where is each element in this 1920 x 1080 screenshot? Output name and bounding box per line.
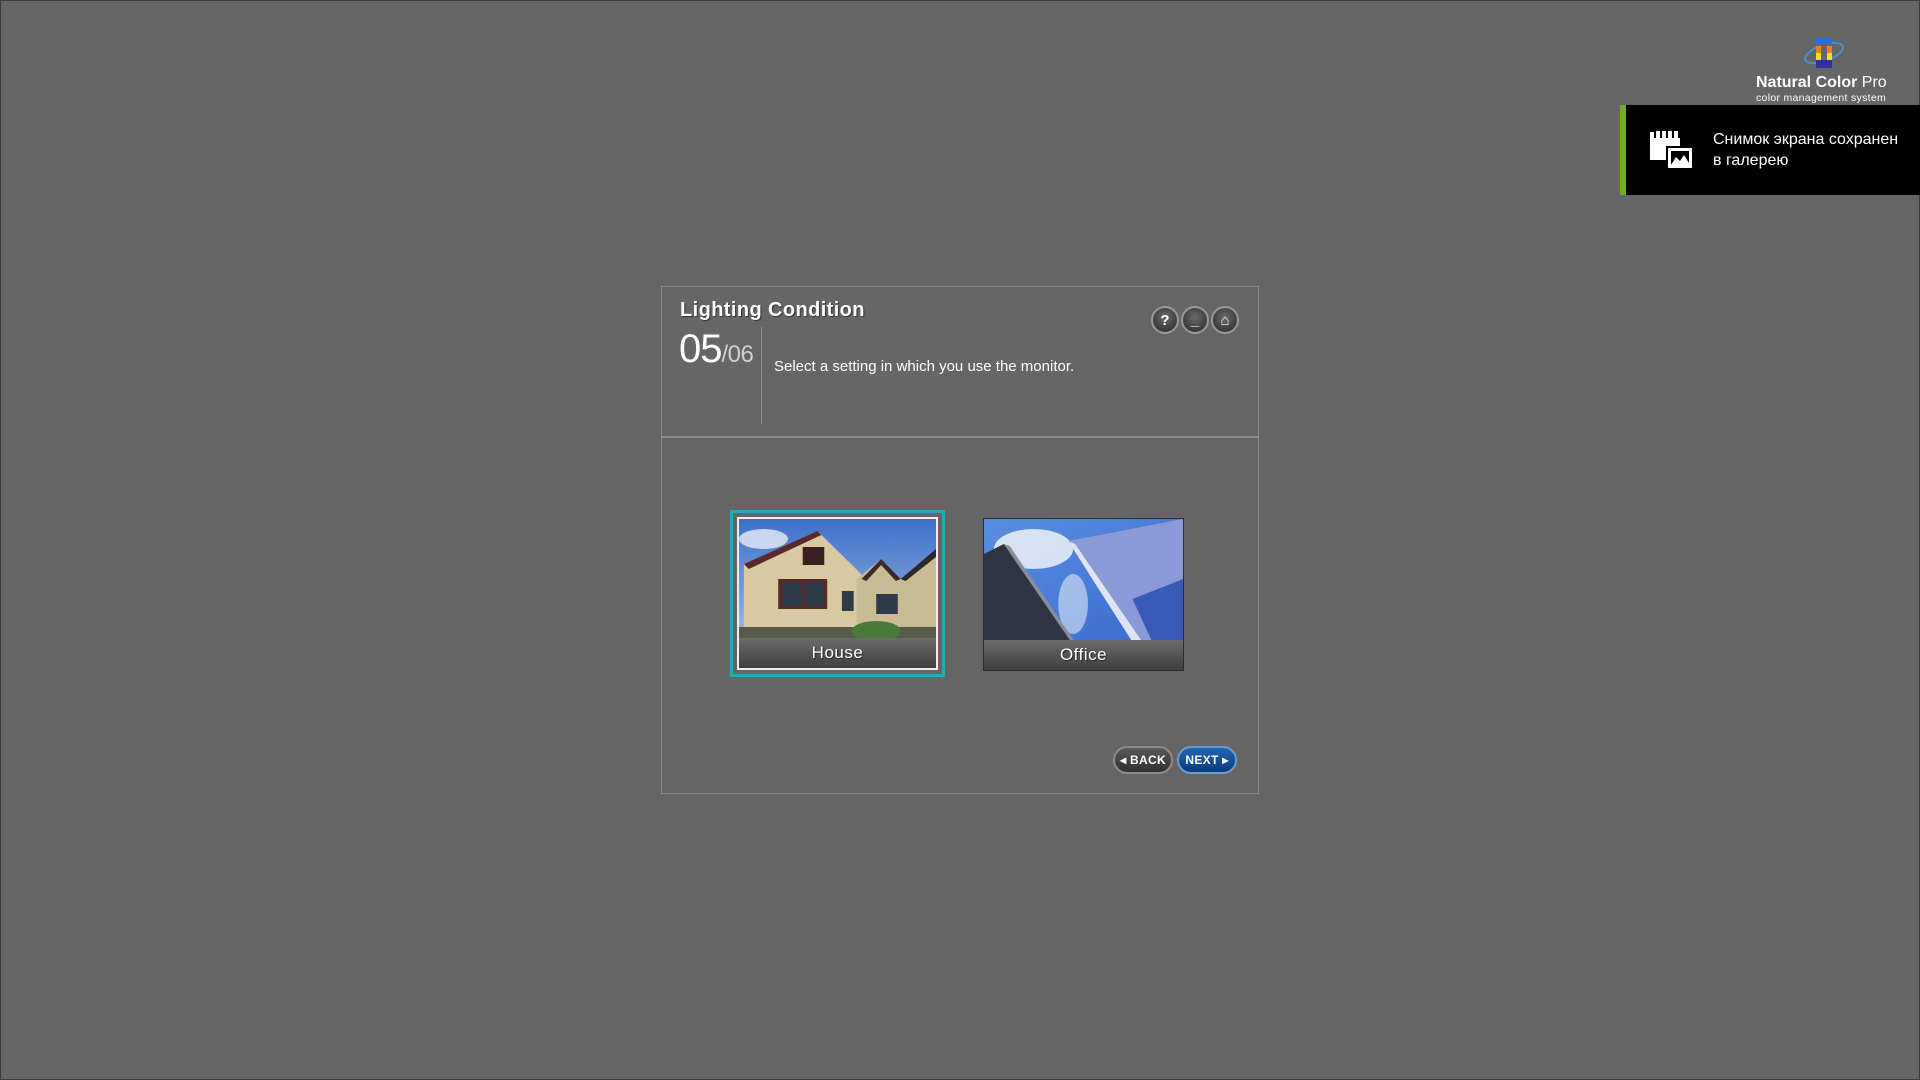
- screenshot-saved-notification[interactable]: Снимок экрана сохранен в галерею: [1620, 105, 1920, 195]
- next-button[interactable]: NEXT ▸: [1177, 746, 1237, 774]
- dialog-title: Lighting Condition: [680, 299, 865, 321]
- header-buttons: ? _ ⌂: [1151, 306, 1239, 334]
- minimize-button[interactable]: _: [1181, 306, 1209, 334]
- help-icon: ?: [1160, 311, 1170, 329]
- header-divider: [662, 436, 1258, 438]
- logo-name: Natural Color Pro: [1756, 74, 1887, 91]
- back-button[interactable]: ◂ BACK: [1113, 746, 1173, 774]
- option-label: House: [739, 638, 936, 668]
- navigation-buttons: ◂ BACK NEXT ▸: [1113, 746, 1237, 774]
- option-label: Office: [984, 640, 1183, 670]
- step-counter: 05/06: [679, 327, 754, 372]
- logo-n-icon: [1804, 38, 1844, 68]
- step-current: 05: [679, 327, 722, 371]
- header-separator: [761, 327, 762, 424]
- house-image: [739, 519, 936, 642]
- natural-color-pro-logo: Natural Color Pro color management syste…: [1756, 36, 1887, 106]
- help-button[interactable]: ?: [1151, 306, 1179, 334]
- toast-message: Снимок экрана сохранен в галерею: [1713, 131, 1899, 169]
- instruction-text: Select a setting in which you use the mo…: [774, 358, 1075, 375]
- back-arrow-icon: ◂: [1120, 753, 1131, 767]
- step-total: /06: [721, 341, 754, 368]
- minimize-icon: _: [1190, 311, 1200, 329]
- option-office[interactable]: Office: [983, 518, 1184, 671]
- logo-subtitle: color management system: [1756, 92, 1887, 104]
- lighting-condition-dialog: Lighting Condition 05/06 Select a settin…: [661, 286, 1259, 794]
- home-button[interactable]: ⌂: [1211, 306, 1239, 334]
- home-icon: ⌂: [1220, 311, 1230, 329]
- option-house[interactable]: House: [730, 510, 945, 677]
- next-arrow-icon: ▸: [1218, 753, 1229, 767]
- office-image: [984, 519, 1183, 642]
- toast-accent-bar: [1620, 105, 1626, 195]
- screenshot-gallery-icon: [1650, 131, 1694, 170]
